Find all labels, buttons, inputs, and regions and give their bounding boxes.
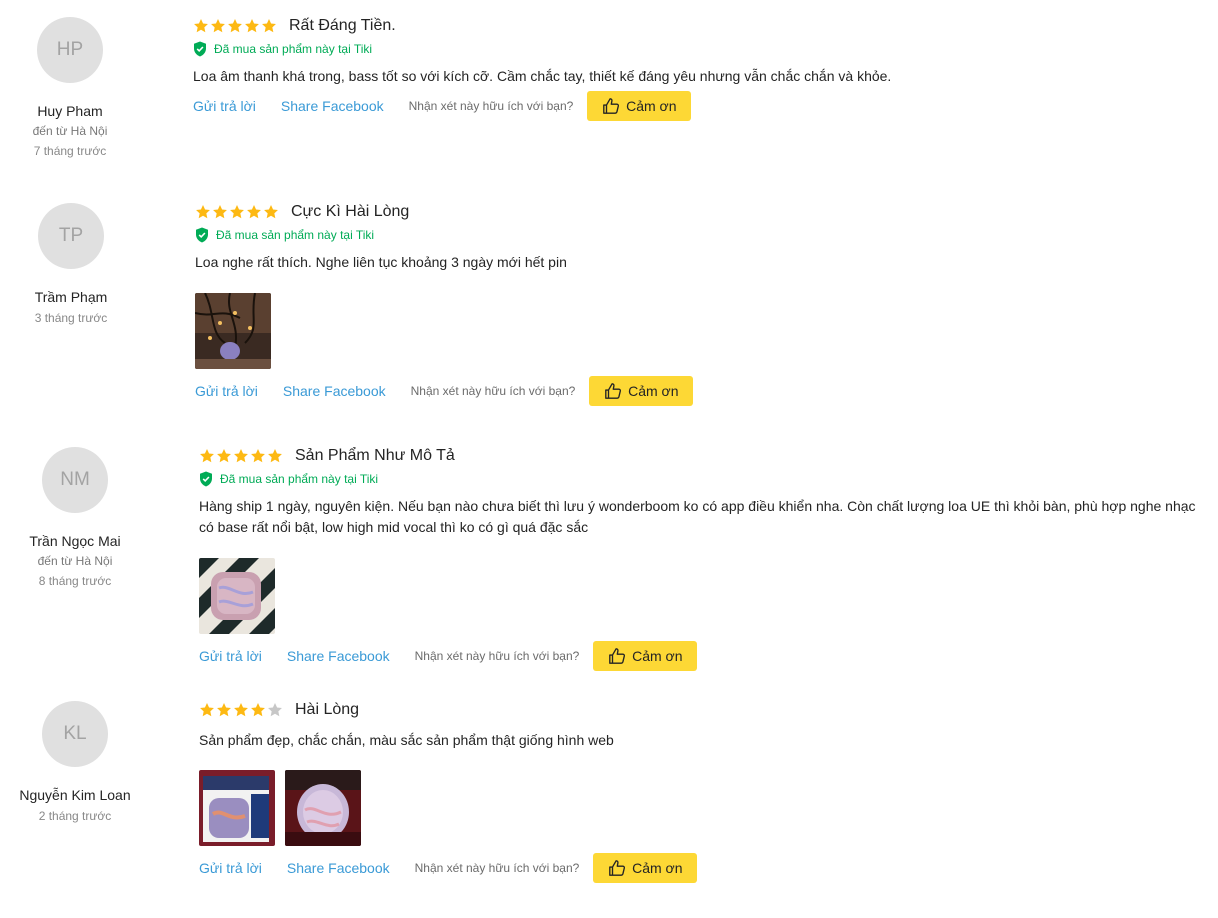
verified-purchase: Đã mua sản phẩm này tại Tiki xyxy=(195,227,693,243)
review-title: Hài Lòng xyxy=(295,701,360,718)
helpful-question: Nhận xét này hữu ích với bạn? xyxy=(414,649,580,663)
verified-shield-icon xyxy=(200,471,212,487)
verified-purchase: Đã mua sản phẩm này tại Tiki xyxy=(199,471,1209,487)
review-actions: Gửi trả lời Share Facebook Nhận xét này … xyxy=(195,376,694,406)
verified-text: Đã mua sản phẩm này tại Tiki xyxy=(216,228,375,242)
rating-stars xyxy=(199,702,283,718)
thanks-button[interactable]: Cảm ơn xyxy=(593,853,698,883)
thanks-label: Cảm ơn xyxy=(628,383,679,399)
thumbs-up-icon xyxy=(609,648,626,664)
review-content: Hàng ship 1 ngày, nguyên kiện. Nếu bạn n… xyxy=(199,498,1196,535)
star-icon xyxy=(234,703,248,717)
verified-shield-icon xyxy=(194,41,206,57)
review-content: Loa âm thanh khá trong, bass tốt so với … xyxy=(193,68,892,84)
reply-link[interactable]: Gửi trả lời xyxy=(199,860,262,876)
helpful-question: Nhận xét này hữu ích với bạn? xyxy=(414,861,580,875)
star-icon xyxy=(196,205,210,219)
reviewer-info: TP Trầm Phạm 3 tháng trước xyxy=(1,203,141,325)
star-icon xyxy=(200,449,214,463)
review-photo[interactable] xyxy=(285,770,361,846)
review-content: Sản phẩm đẹp, chắc chắn, màu sắc sản phẩ… xyxy=(199,732,614,748)
star-icon xyxy=(217,449,231,463)
review-images xyxy=(199,770,697,846)
reviewer-info: KL Nguyễn Kim Loan 2 tháng trước xyxy=(5,701,145,823)
reviewer-name: Huy Pham xyxy=(37,103,103,119)
reply-link[interactable]: Gửi trả lời xyxy=(195,383,258,399)
reviewer-name: Trầm Phạm xyxy=(34,289,108,305)
star-icon xyxy=(228,19,242,33)
helpful-question: Nhận xét này hữu ích với bạn? xyxy=(410,384,576,398)
review-photo[interactable] xyxy=(199,770,275,846)
star-icon xyxy=(262,19,276,33)
reviewer-location: đến từ Hà Nội xyxy=(32,124,108,138)
avatar: NM xyxy=(42,447,108,513)
thumbs-up-icon xyxy=(603,98,620,114)
review-title: Rất Đáng Tiền. xyxy=(289,17,396,34)
thanks-label: Cảm ơn xyxy=(626,98,677,114)
star-icon xyxy=(268,703,282,717)
verified-text: Đã mua sản phẩm này tại Tiki xyxy=(214,42,373,56)
star-icon xyxy=(245,19,259,33)
review-images xyxy=(199,558,1209,634)
review-actions: Gửi trả lời Share Facebook Nhận xét này … xyxy=(199,641,1209,671)
review-title: Cực Kì Hài Lòng xyxy=(291,203,410,220)
share-facebook-link[interactable]: Share Facebook xyxy=(281,98,384,114)
review-title: Sản Phẩm Như Mô Tả xyxy=(295,447,455,464)
helpful-question: Nhận xét này hữu ích với bạn? xyxy=(408,99,574,113)
share-facebook-link[interactable]: Share Facebook xyxy=(283,383,386,399)
avatar: KL xyxy=(42,701,108,767)
review-images xyxy=(195,293,693,369)
star-icon xyxy=(211,19,225,33)
review-time: 7 tháng trước xyxy=(33,144,107,158)
thanks-label: Cảm ơn xyxy=(632,648,683,664)
reviewer-location: đến từ Hà Nội xyxy=(37,554,113,568)
review-content: Loa nghe rất thích. Nghe liên tục khoảng… xyxy=(195,254,567,270)
thanks-button[interactable]: Cảm ơn xyxy=(587,91,692,121)
star-icon xyxy=(230,205,244,219)
thanks-label: Cảm ơn xyxy=(632,860,683,876)
review-photo[interactable] xyxy=(199,558,275,634)
star-icon xyxy=(268,449,282,463)
reviewer-name: Trần Ngọc Mai xyxy=(29,533,121,549)
thanks-button[interactable]: Cảm ơn xyxy=(593,641,698,671)
share-facebook-link[interactable]: Share Facebook xyxy=(287,648,390,664)
star-icon xyxy=(213,205,227,219)
star-icon xyxy=(217,703,231,717)
star-icon xyxy=(247,205,261,219)
verified-shield-icon xyxy=(196,227,208,243)
star-icon xyxy=(200,703,214,717)
verified-purchase: Đã mua sản phẩm này tại Tiki xyxy=(193,41,891,57)
reviewer-name: Nguyễn Kim Loan xyxy=(19,787,131,803)
thumbs-up-icon xyxy=(609,860,626,876)
star-icon xyxy=(234,449,248,463)
reviewer-info: NM Trần Ngọc Mai đến từ Hà Nội 8 tháng t… xyxy=(5,447,145,588)
verified-text: Đã mua sản phẩm này tại Tiki xyxy=(220,472,379,486)
avatar: HP xyxy=(37,17,103,83)
review-time: 2 tháng trước xyxy=(38,809,112,823)
rating-stars xyxy=(195,204,279,220)
star-icon xyxy=(194,19,208,33)
star-icon xyxy=(251,703,265,717)
star-icon xyxy=(251,449,265,463)
review-actions: Gửi trả lời Share Facebook Nhận xét này … xyxy=(193,91,891,121)
review-actions: Gửi trả lời Share Facebook Nhận xét này … xyxy=(199,853,698,883)
review-time: 8 tháng trước xyxy=(38,574,112,588)
reviewer-info: HP Huy Pham đến từ Hà Nội 7 tháng trước xyxy=(0,17,140,158)
thumbs-up-icon xyxy=(605,383,622,399)
share-facebook-link[interactable]: Share Facebook xyxy=(287,860,390,876)
avatar: TP xyxy=(38,203,104,269)
rating-stars xyxy=(199,448,283,464)
review-time: 3 tháng trước xyxy=(34,311,108,325)
reply-link[interactable]: Gửi trả lời xyxy=(199,648,262,664)
rating-stars xyxy=(193,18,277,34)
review-photo[interactable] xyxy=(195,293,271,369)
star-icon xyxy=(264,205,278,219)
reply-link[interactable]: Gửi trả lời xyxy=(193,98,256,114)
thanks-button[interactable]: Cảm ơn xyxy=(589,376,694,406)
